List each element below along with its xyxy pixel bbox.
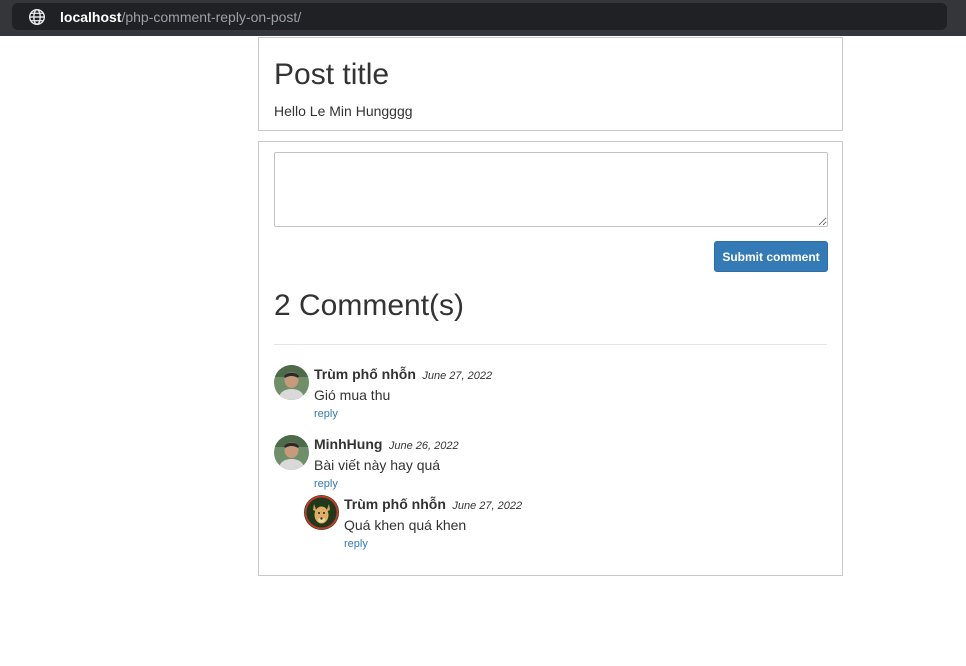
man-photo-avatar — [274, 365, 309, 400]
comment-author: MinhHung — [314, 436, 383, 452]
comment-body: Trùm phố nhỗn June 27, 2022 Gió mua thu … — [314, 365, 492, 421]
reply-link[interactable]: reply — [314, 407, 492, 421]
comment-date: June 27, 2022 — [422, 370, 493, 382]
comments-count-heading: 2 Comment(s) — [274, 289, 465, 322]
dog-photo-avatar — [304, 495, 339, 530]
post-title: Post title — [274, 58, 390, 91]
comment-text: Bài viết này hay quá — [314, 457, 441, 473]
man-photo-avatar — [274, 435, 309, 470]
comments-panel: Submit comment 2 Comment(s) Trùm phố nhỗ… — [258, 141, 843, 576]
address-bar[interactable]: localhost/php-comment-reply-on-post/ — [12, 3, 947, 30]
globe-icon — [28, 8, 46, 26]
comment-body: Trùm phố nhỗn June 27, 2022 Quá khen quá… — [344, 495, 522, 551]
comment-text: Gió mua thu — [314, 387, 391, 403]
comment-author: Trùm phố nhỗn — [314, 366, 416, 382]
url-host: localhost — [60, 8, 122, 25]
url-path: /php-comment-reply-on-post/ — [121, 8, 302, 25]
post-body: Hello Le Min Hungggg — [274, 103, 413, 119]
comment-textarea[interactable] — [274, 152, 828, 227]
comment-body: MinhHung June 26, 2022 Bài viết này hay … — [314, 435, 459, 491]
url-text[interactable]: localhost/php-comment-reply-on-post/ — [60, 9, 301, 25]
comment-text: Quá khen quá khen — [344, 517, 467, 533]
reply-link[interactable]: reply — [314, 477, 459, 491]
browser-toolbar: localhost/php-comment-reply-on-post/ — [0, 0, 966, 36]
comment-date: June 27, 2022 — [452, 500, 523, 512]
divider — [274, 344, 827, 345]
reply-link[interactable]: reply — [344, 537, 522, 551]
post-panel: Post title Hello Le Min Hungggg — [258, 37, 843, 131]
submit-comment-button[interactable]: Submit comment — [714, 241, 828, 272]
comment-date: June 26, 2022 — [388, 440, 459, 452]
comment-author: Trùm phố nhỗn — [344, 496, 446, 512]
